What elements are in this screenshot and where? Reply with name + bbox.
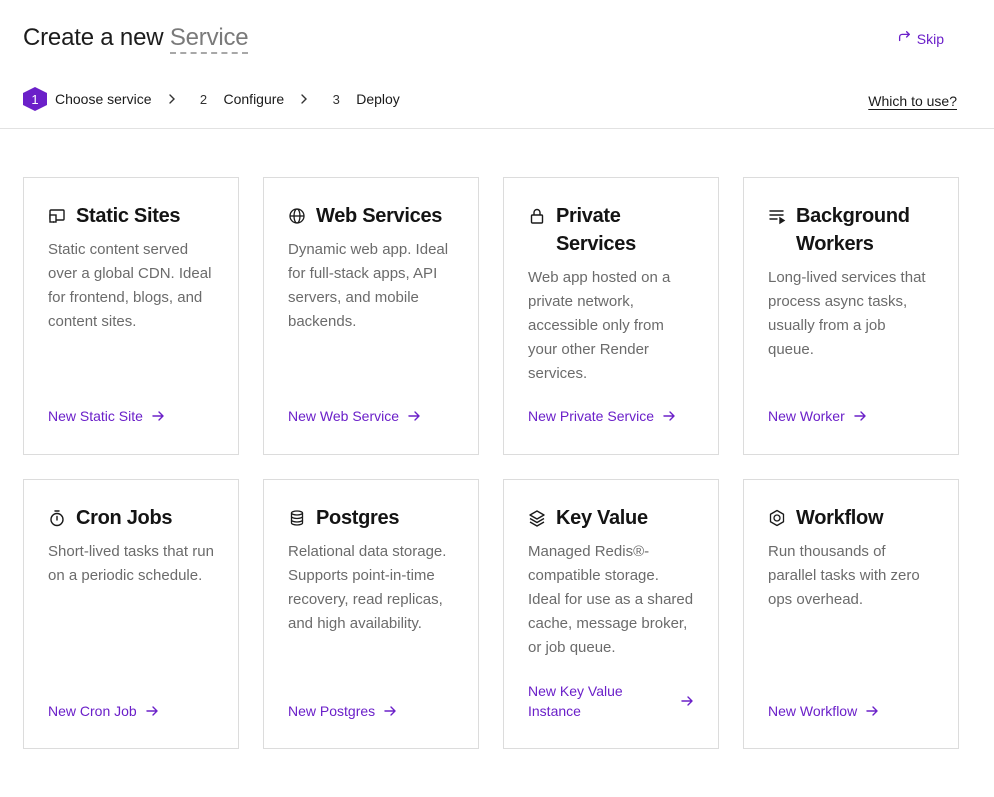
link-label: New Workflow (768, 703, 858, 719)
card-title: Private Services (556, 205, 636, 255)
chevron-right-icon (152, 94, 192, 104)
card-description: Short-lived tasks that run on a periodic… (48, 543, 214, 584)
arrow-right-icon (663, 411, 675, 421)
card-static-sites: Static Sites Static content served over … (23, 177, 239, 455)
step-number: 3 (324, 87, 349, 111)
link-label: New Web Service (288, 408, 400, 424)
step-deploy[interactable]: 3 Deploy (324, 87, 400, 111)
step-label: Choose service (55, 91, 152, 107)
card-description: Managed Redis®-compatible storage. Ideal… (528, 543, 694, 656)
skip-icon (897, 30, 911, 47)
database-icon (288, 504, 308, 532)
card-title: Cron Jobs (76, 507, 173, 529)
card-title: Static Sites (76, 205, 181, 227)
card-description: Long-lived services that process async t… (768, 269, 926, 358)
step-label: Configure (223, 91, 285, 107)
link-label: New Private Service (528, 408, 655, 424)
new-static-site-link[interactable]: New Static Site (48, 406, 214, 426)
card-description: Relational data storage. Supports point-… (288, 543, 447, 632)
link-label: New Static Site (48, 408, 143, 424)
card-title: Postgres (316, 507, 400, 529)
card-description: Web app hosted on a private network, acc… (528, 269, 671, 382)
workflow-icon (768, 504, 788, 532)
card-background-workers: Background Workers Long-lived services t… (743, 177, 959, 455)
card-private-services: Private Services Web app hosted on a pri… (503, 177, 719, 455)
card-cron-jobs: Cron Jobs Short-lived tasks that run on … (23, 479, 239, 749)
step-number: 1 (23, 87, 47, 111)
new-cron-job-link[interactable]: New Cron Job (48, 701, 214, 721)
which-to-use-link[interactable]: Which to use? (868, 93, 957, 109)
page-title-highlight: Service (169, 24, 249, 54)
card-postgres: Postgres Relational data storage. Suppor… (263, 479, 479, 749)
new-workflow-link[interactable]: New Workflow (768, 701, 934, 721)
new-postgres-link[interactable]: New Postgres (288, 701, 454, 721)
card-title: Background Workers (796, 205, 910, 255)
step-number: 2 (191, 87, 216, 111)
card-web-services: Web Services Dynamic web app. Ideal for … (263, 177, 479, 455)
new-key-value-instance-link[interactable]: New Key Value Instance (528, 681, 694, 721)
globe-icon (288, 202, 308, 230)
card-description: Run thousands of parallel tasks with zer… (768, 543, 920, 608)
arrow-right-icon (384, 706, 396, 716)
link-label: New Key Value Instance (528, 683, 623, 719)
service-cards-grid: Static Sites Static content served over … (23, 177, 959, 757)
link-label: New Worker (768, 408, 845, 424)
link-label: New Postgres (288, 703, 376, 719)
chevron-right-icon (284, 94, 324, 104)
arrow-right-icon (866, 706, 878, 716)
arrow-right-icon (408, 411, 420, 421)
page-title-prefix: Create a new (23, 24, 164, 51)
new-worker-link[interactable]: New Worker (768, 406, 934, 426)
arrow-right-icon (854, 411, 866, 421)
stepper: 1 Choose service 2 Configure 3 Deploy (23, 87, 400, 111)
list-play-icon (768, 202, 788, 230)
arrow-right-icon (681, 696, 693, 706)
card-title: Web Services (316, 205, 443, 227)
arrow-right-icon (146, 706, 158, 716)
layers-icon (528, 504, 548, 532)
card-description: Static content served over a global CDN.… (48, 241, 212, 330)
static-site-icon (48, 202, 68, 230)
page-title: Create a new Service (23, 24, 249, 54)
skip-button[interactable]: Skip (897, 30, 944, 47)
card-title: Key Value (556, 507, 648, 529)
skip-label: Skip (916, 30, 944, 47)
step-label: Deploy (356, 91, 400, 107)
link-label: New Cron Job (48, 703, 137, 719)
card-title: Workflow (796, 507, 884, 529)
page-header: Create a new Service Skip 1 Choose servi… (0, 0, 994, 129)
card-description: Dynamic web app. Ideal for full-stack ap… (288, 241, 449, 330)
lock-icon (528, 202, 548, 230)
card-workflow: Workflow Run thousands of parallel tasks… (743, 479, 959, 749)
new-private-service-link[interactable]: New Private Service (528, 406, 694, 426)
stopwatch-icon (48, 504, 68, 532)
new-web-service-link[interactable]: New Web Service (288, 406, 454, 426)
step-choose-service[interactable]: 1 Choose service (23, 87, 152, 111)
arrow-right-icon (152, 411, 164, 421)
step-configure[interactable]: 2 Configure (191, 87, 285, 111)
card-key-value: Key Value Managed Redis®-compatible stor… (503, 479, 719, 749)
